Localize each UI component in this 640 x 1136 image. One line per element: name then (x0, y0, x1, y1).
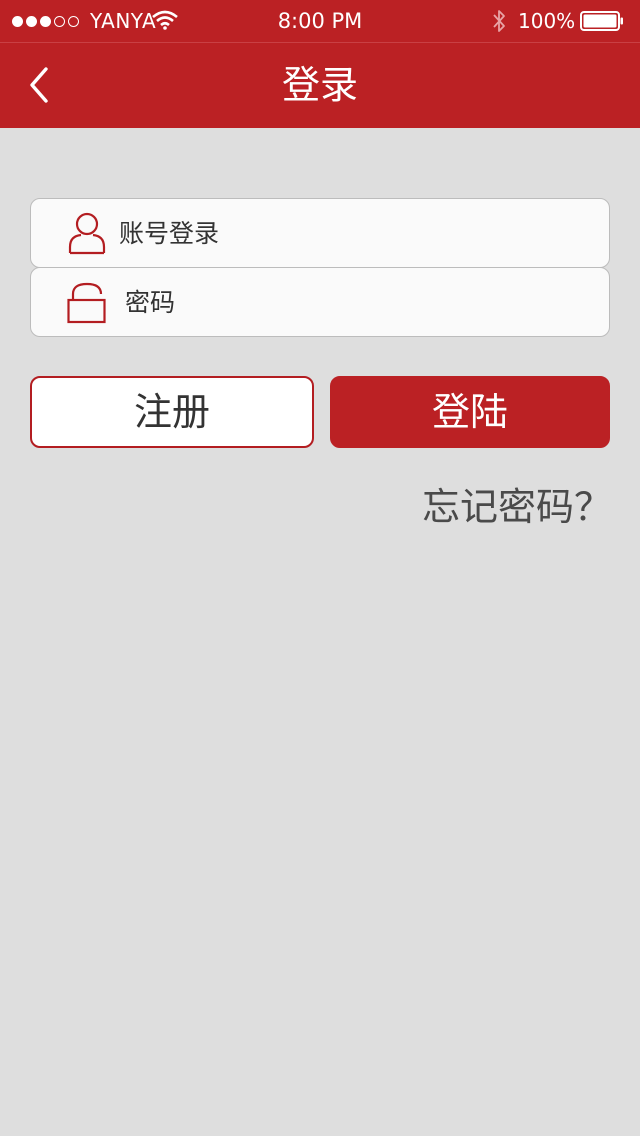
login-button[interactable]: 登陆 (330, 376, 610, 448)
login-screen: YANYA 8:00 PM 100% 登录 账号登录 注册 登陆 忘记密码？ (0, 0, 640, 1136)
battery-icon (580, 11, 623, 31)
password-field[interactable] (30, 267, 610, 337)
password-input[interactable] (125, 282, 595, 322)
lock-icon (67, 282, 106, 324)
user-icon (68, 212, 106, 255)
account-input[interactable] (119, 213, 589, 253)
bluetooth-icon (493, 10, 505, 32)
battery-percentage: 100% (518, 9, 576, 33)
account-field[interactable] (30, 198, 610, 268)
register-button[interactable]: 注册 (30, 376, 314, 448)
status-bar: YANYA 8:00 PM 100% (0, 0, 640, 42)
nav-bar: 登录 (0, 42, 640, 128)
forgot-password-link[interactable]: 忘记密码？ (422, 482, 612, 532)
page-title: 登录 (281, 63, 358, 107)
